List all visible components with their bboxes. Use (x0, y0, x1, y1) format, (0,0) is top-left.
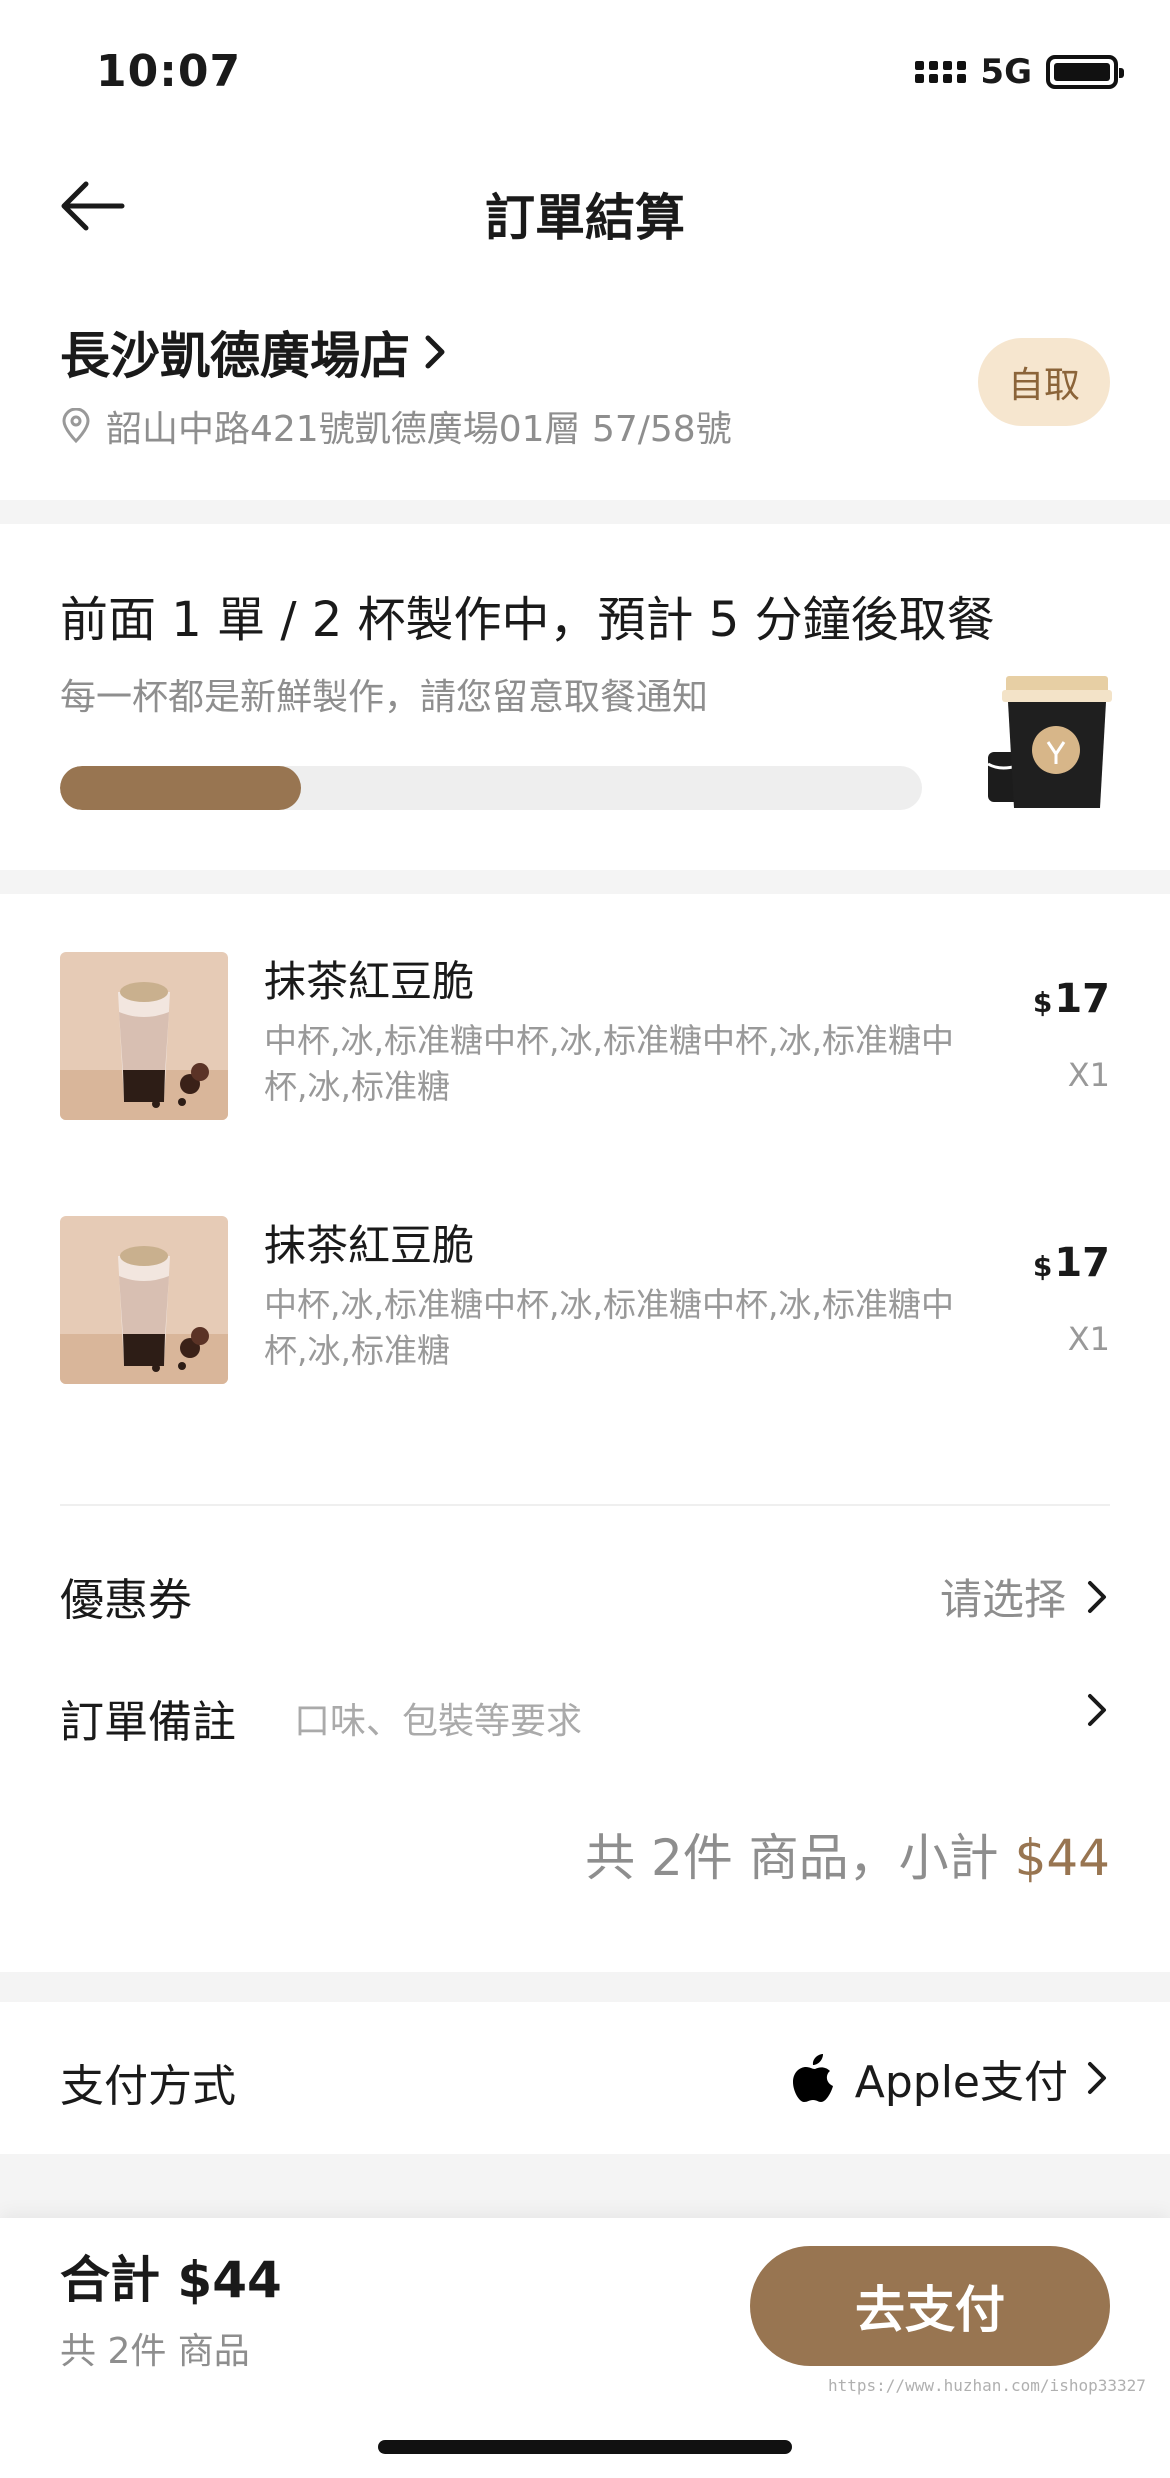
item-price: $17 (1033, 976, 1110, 1022)
battery-icon (1046, 55, 1124, 89)
page-title: 訂單結算 (485, 189, 685, 247)
location-pin-icon (62, 408, 90, 444)
drink-thumbnail (60, 1216, 228, 1384)
order-count: 共 2件 商品 (60, 2331, 250, 2372)
item-name: 抹茶紅豆脆 (264, 957, 475, 1006)
watermark: https://www.huzhan.com/ishop33327 (828, 2376, 1146, 2395)
store-selector[interactable]: 長沙凱德廣場店 (60, 316, 450, 388)
network-type: 5G (980, 52, 1032, 92)
drink-cup-icon (982, 672, 1112, 812)
pickup-mode-badge[interactable]: 自取 (978, 338, 1110, 426)
apple-logo-icon (792, 2054, 833, 2102)
drink-thumbnail (60, 952, 228, 1120)
queue-subtitle: 每一杯都是新鮮製作，請您留意取餐通知 (60, 677, 709, 718)
chevron-right-icon (1088, 1580, 1106, 1613)
pay-button[interactable]: 去支付 (750, 2246, 1110, 2366)
item-quantity: X1 (1067, 1056, 1110, 1094)
chevron-right-icon[interactable] (1084, 1690, 1110, 1734)
item-price: $17 (1033, 1240, 1110, 1286)
order-summary: 共 2件 商品，小計 $44 (585, 1818, 1110, 1890)
note-input[interactable]: 口味、包裝等要求 (294, 1692, 582, 1744)
status-indicators: 5G (915, 52, 1124, 92)
payment-method: Apple支付 (854, 2057, 1068, 2108)
chevron-right-icon (1088, 2062, 1106, 2094)
signal-icon (915, 61, 967, 83)
coupon-selector[interactable]: 请选择 (940, 1566, 1110, 1627)
note-label: 訂單備註 (60, 1697, 236, 1748)
item-quantity: X1 (1067, 1320, 1110, 1358)
summary-text: 共 2件 商品，小計 (585, 1829, 1015, 1887)
item-options: 中杯,冰,标准糖中杯,冰,标准糖中杯,冰,标准糖中杯,冰,标准糖 (264, 1285, 954, 1370)
coupon-label: 優惠券 (60, 1575, 192, 1626)
store-address: 韶山中路421號凱德廣場01層 57/58號 (60, 400, 732, 452)
divider (60, 1504, 1110, 1506)
coupon-value: 请选择 (939, 1575, 1066, 1624)
queue-title: 前面 1 單 / 2 杯製作中，預計 5 分鐘後取餐 (60, 592, 995, 648)
status-time: 10:07 (96, 46, 242, 97)
home-indicator[interactable] (378, 2440, 792, 2454)
queue-progress-fill (60, 766, 302, 810)
order-total: 合計 $44 (60, 2251, 282, 2309)
summary-amount: $44 (1014, 1829, 1110, 1887)
address-text: 韶山中路421號凱德廣場01層 57/58號 (106, 409, 732, 450)
payment-label: 支付方式 (60, 2061, 236, 2112)
queue-progress-bar (60, 766, 922, 810)
currency-symbol: $ (1032, 986, 1053, 1019)
currency-symbol: $ (1032, 1250, 1053, 1283)
item-name: 抹茶紅豆脆 (264, 1221, 475, 1270)
payment-method-selector[interactable]: Apple支付 (791, 2046, 1110, 2110)
price-value: 17 (1054, 976, 1110, 1022)
store-name: 長沙凱德廣場店 (60, 327, 410, 385)
price-value: 17 (1054, 1240, 1110, 1286)
item-options: 中杯,冰,标准糖中杯,冰,标准糖中杯,冰,标准糖中杯,冰,标准糖 (264, 1021, 954, 1106)
chevron-right-icon (425, 335, 445, 369)
